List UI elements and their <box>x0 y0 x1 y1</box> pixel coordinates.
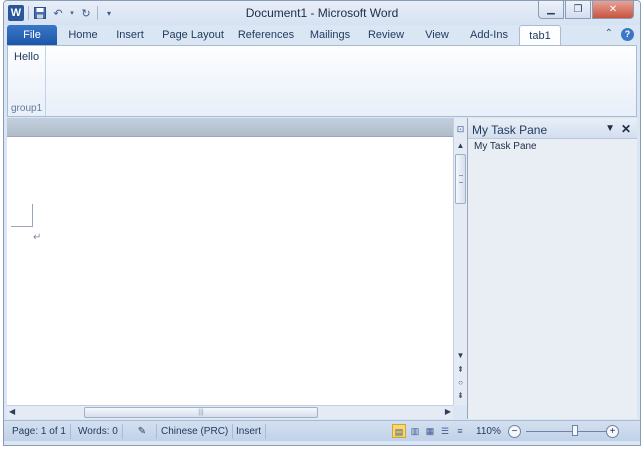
hello-button[interactable]: Hello <box>14 51 39 63</box>
close-button[interactable]: ✕ <box>592 1 634 19</box>
page-count[interactable]: Page: 1 of 1 <box>8 424 71 439</box>
task-pane-title: My Task Pane <box>472 123 548 137</box>
ribbon-panel: Hello group1 <box>7 45 637 117</box>
proofing-icon[interactable]: ✎ <box>134 424 150 439</box>
zoom-in-button[interactable]: + <box>606 425 619 438</box>
vertical-scrollbar[interactable]: ⊡ ▲ ▼ ⇞ ○ ⇟ <box>453 118 467 405</box>
task-pane-header: My Task Pane ▼ ✕ <box>468 121 637 139</box>
scroll-up-icon[interactable]: ▲ <box>454 141 467 153</box>
word-count[interactable]: Words: 0 <box>74 424 123 439</box>
tab-view[interactable]: View <box>418 25 456 45</box>
status-bar: Page: 1 of 1 Words: 0 ✎ Chinese (PRC) In… <box>4 420 640 441</box>
margin-corner-mark <box>11 204 33 227</box>
tab-references[interactable]: References <box>234 25 298 45</box>
minimize-button[interactable]: ▁ <box>538 1 564 19</box>
task-pane: My Task Pane ▼ ✕ My Task Pane <box>467 118 637 419</box>
previous-page-icon[interactable]: ⇞ <box>454 365 467 377</box>
zoom-slider-track[interactable] <box>526 431 608 432</box>
horizontal-scroll-thumb[interactable]: ||| <box>84 407 318 418</box>
task-pane-body: My Task Pane <box>474 141 537 152</box>
tab-review[interactable]: Review <box>364 25 408 45</box>
zoom-level[interactable]: 110% <box>476 424 501 439</box>
tab-file[interactable]: File <box>7 25 57 45</box>
maximize-button[interactable]: ❐ <box>565 1 591 19</box>
scroll-right-icon[interactable]: ▶ <box>445 407 451 416</box>
window-controls: ▁ ❐ ✕ <box>538 1 634 19</box>
task-pane-menu-icon[interactable]: ▼ <box>605 123 615 134</box>
tab-mailings[interactable]: Mailings <box>304 25 356 45</box>
help-icon[interactable]: ? <box>621 28 634 41</box>
view-ruler-icon[interactable]: ⊡ <box>454 124 467 138</box>
draft-view-icon[interactable]: ≡ <box>453 424 467 438</box>
word-window: W ↶ ▾ ↻ ▾ Document1 - Microsoft Word ▁ ❐… <box>3 0 641 446</box>
paragraph-mark: ↵ <box>33 232 42 243</box>
title-bar: W ↶ ▾ ↻ ▾ Document1 - Microsoft Word ▁ ❐… <box>4 1 640 25</box>
scroll-down-icon[interactable]: ▼ <box>454 351 467 363</box>
tab-insert[interactable]: Insert <box>108 25 152 45</box>
tab-page-layout[interactable]: Page Layout <box>158 25 228 45</box>
next-page-icon[interactable]: ⇟ <box>454 391 467 403</box>
select-browse-object-icon[interactable]: ○ <box>454 378 467 390</box>
scroll-left-icon[interactable]: ◀ <box>9 407 15 416</box>
ribbon-options: ⌃ ? <box>605 28 634 41</box>
minimize-ribbon-icon[interactable]: ⌃ <box>605 28 613 41</box>
ribbon-group: Hello group1 <box>8 46 46 116</box>
task-pane-close-icon[interactable]: ✕ <box>621 122 631 136</box>
zoom-out-button[interactable]: − <box>508 425 521 438</box>
vertical-scroll-thumb[interactable] <box>455 154 466 204</box>
zoom-slider-thumb[interactable] <box>572 425 579 436</box>
tab-tab1[interactable]: tab1 <box>519 25 561 45</box>
ribbon-tabs: File Home Insert Page Layout References … <box>4 25 640 45</box>
print-layout-view-icon[interactable]: ▤ <box>392 424 406 438</box>
tab-add-ins[interactable]: Add-Ins <box>464 25 514 45</box>
tab-home[interactable]: Home <box>62 25 104 45</box>
group-label: group1 <box>11 103 43 114</box>
outline-view-icon[interactable]: ☰ <box>438 424 452 438</box>
full-screen-reading-view-icon[interactable]: ▥ <box>408 424 422 438</box>
document-page[interactable]: ↵ <box>7 137 453 405</box>
language-indicator[interactable]: Chinese (PRC) <box>156 424 234 439</box>
web-layout-view-icon[interactable]: ▦ <box>423 424 437 438</box>
insert-mode[interactable]: Insert <box>232 424 267 439</box>
horizontal-scrollbar[interactable]: ◀ ||| ▶ <box>7 405 453 419</box>
ruler-area <box>7 118 467 137</box>
